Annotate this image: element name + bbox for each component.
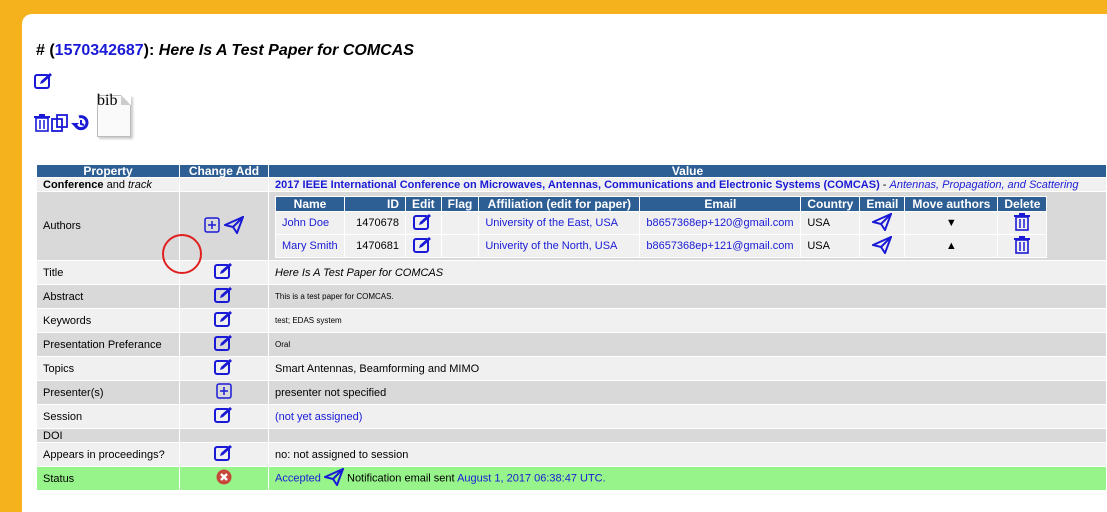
author-id: 1470681	[344, 234, 406, 258]
session-row: Session (not yet assigned)	[36, 404, 1107, 429]
edit-presentation-icon[interactable]	[214, 334, 234, 355]
add-presenter-icon[interactable]	[216, 383, 232, 402]
author-affiliation[interactable]: Univerity of the North, USA	[478, 234, 641, 258]
notification-text: Notification email sent	[343, 472, 458, 485]
topics-row: Topics Smart Antennas, Beamforming and M…	[36, 356, 1107, 381]
proceedings-value: no: not assigned to session	[268, 442, 1107, 467]
keywords-value: test; EDAS system	[268, 308, 1107, 333]
edit-paper-icon[interactable]	[34, 72, 54, 95]
proceedings-row: Appears in proceedings? no: not assigned…	[36, 442, 1107, 467]
track-link[interactable]: Antennas, Propagation, and Scattering	[890, 179, 1079, 191]
doi-value	[268, 428, 1107, 443]
header-property: Property	[36, 164, 180, 178]
conference-row: Conference and track 2017 IEEE Internati…	[36, 177, 1107, 192]
authors-col-delete: Delete	[997, 196, 1048, 212]
edit-proceedings-icon[interactable]	[214, 444, 234, 465]
edit-author-icon[interactable]	[413, 236, 433, 257]
abstract-row: Abstract This is a test paper for COMCAS…	[36, 284, 1107, 309]
copy-icon[interactable]	[51, 114, 69, 137]
header-change-add: Change Add	[179, 164, 269, 178]
doi-row: DOI	[36, 428, 1107, 443]
bib-file-icon[interactable]: bib	[97, 92, 131, 137]
author-row: Mary Smith 1470681 Univerity of the Nort…	[275, 234, 1048, 258]
close-icon[interactable]	[216, 469, 232, 488]
authors-col-affiliation: Affiliation (edit for paper)	[478, 196, 641, 212]
author-flag	[440, 234, 480, 258]
status-row: Status Accepted Notification email sent …	[36, 466, 1107, 491]
history-icon[interactable]	[70, 114, 90, 137]
authors-table: Name ID Edit Flag Affiliation (edit for …	[275, 196, 1048, 258]
keywords-row: Keywords test; EDAS system	[36, 308, 1107, 333]
paper-title: Here Is A Test Paper for COMCAS	[158, 42, 414, 59]
author-name[interactable]: Mary Smith	[275, 234, 345, 258]
author-affiliation[interactable]: University of the East, USA	[478, 211, 641, 235]
abstract-value: This is a test paper for COMCAS.	[268, 284, 1107, 309]
authors-col-id: ID	[344, 196, 406, 212]
author-email[interactable]: b8657368ep+121@gmail.com	[639, 234, 802, 258]
author-country: USA	[800, 211, 861, 235]
status-accepted[interactable]: Accepted	[275, 472, 321, 484]
page-title: # (1570342687): Here Is A Test Paper for…	[36, 42, 414, 59]
presenter-value: presenter not specified	[268, 380, 1107, 405]
edit-keywords-icon[interactable]	[214, 310, 234, 331]
author-flag	[440, 211, 480, 235]
author-id: 1470678	[344, 211, 406, 235]
authors-col-name: Name	[275, 196, 345, 212]
add-author-icon[interactable]	[204, 216, 221, 236]
authors-col-flag: Flag	[440, 196, 480, 212]
email-authors-icon[interactable]	[221, 214, 245, 237]
edit-author-icon[interactable]	[413, 213, 433, 234]
author-row: John Doe 1470678 University of the East,…	[275, 211, 1048, 235]
title-value: Here Is A Test Paper for COMCAS	[275, 266, 444, 279]
authors-col-email: Email	[639, 196, 802, 212]
author-email[interactable]: b8657368ep+120@gmail.com	[639, 211, 802, 235]
move-author-up-icon[interactable]: ▲	[904, 234, 999, 258]
edit-abstract-icon[interactable]	[214, 286, 234, 307]
trash-icon[interactable]	[34, 114, 50, 137]
send-email-icon[interactable]	[321, 467, 345, 489]
authors-label: Authors	[36, 191, 180, 261]
header-value: Value	[268, 164, 1107, 178]
paper-id-link[interactable]: 1570342687	[55, 42, 144, 59]
authors-col-country: Country	[800, 196, 861, 212]
authors-col-move: Move authors	[904, 196, 999, 212]
paper-table: Property Change Add Value Conference and…	[36, 164, 1107, 491]
send-email-icon[interactable]	[870, 211, 894, 234]
presentation-value: Oral	[268, 332, 1107, 357]
authors-col-email-action: Email	[859, 196, 906, 212]
session-value[interactable]: (not yet assigned)	[268, 404, 1107, 429]
conference-link[interactable]: 2017 IEEE International Conference on Mi…	[275, 179, 880, 191]
authors-col-edit: Edit	[405, 196, 442, 212]
edit-session-icon[interactable]	[214, 406, 234, 427]
move-author-down-icon[interactable]: ▼	[904, 211, 999, 235]
paper-actions: bib	[34, 92, 131, 137]
highlight-circle	[162, 234, 202, 274]
topics-value: Smart Antennas, Beamforming and MIMO	[268, 356, 1107, 381]
author-country: USA	[800, 234, 861, 258]
edit-title-icon[interactable]	[214, 262, 234, 283]
delete-author-icon[interactable]	[1014, 235, 1031, 257]
presentation-row: Presentation Preferance Oral	[36, 332, 1107, 357]
page-frame: # (1570342687): Here Is A Test Paper for…	[22, 14, 1107, 512]
author-name[interactable]: John Doe	[275, 211, 345, 235]
send-email-icon[interactable]	[870, 234, 894, 257]
presenter-row: Presenter(s) presenter not specified	[36, 380, 1107, 405]
delete-author-icon[interactable]	[1014, 212, 1031, 234]
notification-date[interactable]: August 1, 2017 06:38:47 UTC.	[457, 472, 606, 484]
edit-topics-icon[interactable]	[214, 358, 234, 379]
